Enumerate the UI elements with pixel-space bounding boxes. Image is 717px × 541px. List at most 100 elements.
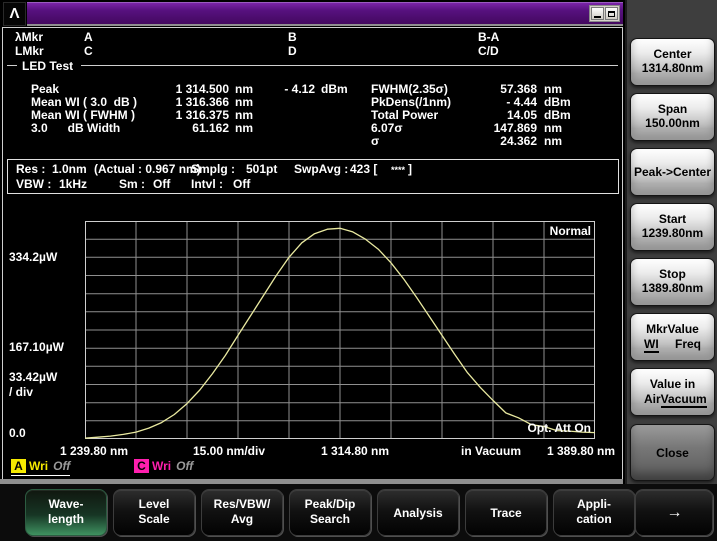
trace-a-indicator[interactable]: A Wri Off [11,458,70,476]
sweep-average-label: SwpAvg : [294,162,348,176]
stop-wavelength-button[interactable]: Stop 1389.80nm [630,258,715,306]
sampling-value: 501pt [246,162,277,176]
menu-item-application[interactable]: Appli- cation [553,489,635,536]
value-in-air-option[interactable]: Air [644,392,661,408]
value-in-toggle-button[interactable]: Value in Air Vacuum [630,368,715,416]
x-axis-medium-label: in Vacuum [461,445,521,458]
maximize-button[interactable] [605,7,618,20]
x-axis-per-div-label: 15.00 nm/div [193,445,265,458]
menu-label: Trace [490,506,521,520]
window-controls [589,5,620,22]
trace-c-mode: Wri [152,459,171,473]
y-axis-per-div-unit: / div [9,386,33,399]
more-arrow-icon: → [667,504,682,522]
sampling-label: Smplg : [191,162,235,176]
softkey-label: Close [656,446,689,460]
wavelength-marker-label: λMkr [15,31,43,44]
softkey-label: Start [631,212,714,226]
trace-c-state: Off [176,459,193,473]
y-axis-label-mid: 167.10µW [9,341,64,354]
menu-item-res-vbw-avg[interactable]: Res/VBW/ Avg [201,489,283,536]
menu-label: Analysis [393,506,442,520]
menu-label: Wave- [26,497,106,512]
measurement-value: 24.362 [471,135,537,148]
menu-label: Peak/Dip [290,497,370,512]
menu-label: Res/VBW/ [202,497,282,512]
trace-a-badge: A [11,459,26,473]
trace-a-state: Off [53,459,70,473]
optical-attenuator-status: Opt. Att On [498,422,591,435]
menu-item-wavelength[interactable]: Wave- length [25,489,107,536]
softkey-value: 1389.80nm [631,281,714,296]
menu-label: cation [554,512,634,527]
vbw-label: VBW : [16,177,51,191]
x-axis-center-label: 1 314.80 nm [321,445,389,458]
y-axis-label-zero: 0.0 [9,427,26,440]
minimize-button[interactable] [591,7,604,20]
span-button[interactable]: Span 150.00nm [630,93,715,141]
interval-value: Off [233,177,250,191]
softkey-label: Value in [631,377,714,391]
menu-label: length [26,512,106,527]
x-axis-start-label: 1 239.80 nm [60,445,128,458]
x-axis-stop-label: 1 389.80 nm [547,445,615,458]
measurement-label: σ [371,135,379,148]
peak-to-center-button[interactable]: Peak->Center [630,148,715,196]
legend-line [7,65,17,66]
maximize-icon [608,11,615,17]
sweep-average-progress: **** [391,163,405,177]
sweep-settings-box: Res : 1.0nm (Actual : 0.967 nm) Smplg : … [7,159,619,194]
menu-label: Avg [202,512,282,527]
sweep-average-bracket: ] [408,162,412,176]
y-axis-label-top: 334.2µW [9,251,57,264]
analysis-section-title: LED Test [17,60,81,72]
menu-item-trace[interactable]: Trace [465,489,547,536]
softkey-value: 1239.80nm [631,226,714,241]
menu-item-analysis[interactable]: Analysis [377,489,459,536]
window-title-bar[interactable] [27,2,623,26]
marker-a-label: A [84,31,93,44]
res-actual-value: (Actual : 0.967 nm) [94,162,201,176]
smoothing-label: Sm : [119,177,145,191]
res-label: Res : [16,162,45,176]
marker-b-label: B [288,31,297,44]
start-wavelength-button[interactable]: Start 1239.80nm [630,203,715,251]
y-axis-per-div-value: 33.42µW [9,371,57,384]
softkey-label: MkrValue [631,322,714,336]
menu-label: Scale [114,512,194,527]
title-bar: Λ [2,2,623,25]
analysis-section-header: LED Test [7,59,618,72]
trace-a-mode: Wri [29,459,48,473]
menu-label: Search [290,512,370,527]
softkey-sidebar: Center 1314.80nm Span 150.00nm Peak->Cen… [625,0,717,486]
marker-diff-label: B-A [478,31,499,44]
softkey-value: 150.00nm [631,116,714,131]
legend-line [81,65,618,66]
softkey-value: 1314.80nm [631,61,714,76]
menu-more-button[interactable]: → [635,489,713,536]
close-button[interactable]: Close [630,424,715,481]
menu-label: Appli- [554,497,634,512]
menu-label: Level [114,497,194,512]
marker-c-label: C [84,45,93,58]
softkey-label: Stop [631,267,714,281]
minimize-icon [594,16,601,18]
level-marker-label: LMkr [15,45,44,58]
sweep-average-value: 423 [ [350,162,377,176]
menu-item-level-scale[interactable]: Level Scale [113,489,195,536]
center-wavelength-button[interactable]: Center 1314.80nm [630,38,715,86]
softkey-label: Peak->Center [634,165,711,179]
measurement-unit: nm [544,135,562,148]
spectrum-plot [85,221,595,439]
main-display: λMkr A B B-A LMkr C D C/D LED Test Peak … [2,27,623,480]
marker-value-toggle-button[interactable]: MkrValue WI Freq [630,313,715,361]
function-menu-bar: Wave- length Level Scale Res/VBW/ Avg Pe… [0,484,717,541]
app-logo-icon: Λ [3,2,26,26]
softkey-label: Span [631,102,714,116]
marker-value-wl-option[interactable]: WI [644,337,659,353]
value-in-vacuum-option[interactable]: Vacuum [661,392,707,408]
trace-c-indicator[interactable]: C Wri Off [134,458,193,474]
menu-item-peak-dip-search[interactable]: Peak/Dip Search [289,489,371,536]
interval-label: Intvl : [191,177,223,191]
marker-value-freq-option[interactable]: Freq [675,337,701,353]
